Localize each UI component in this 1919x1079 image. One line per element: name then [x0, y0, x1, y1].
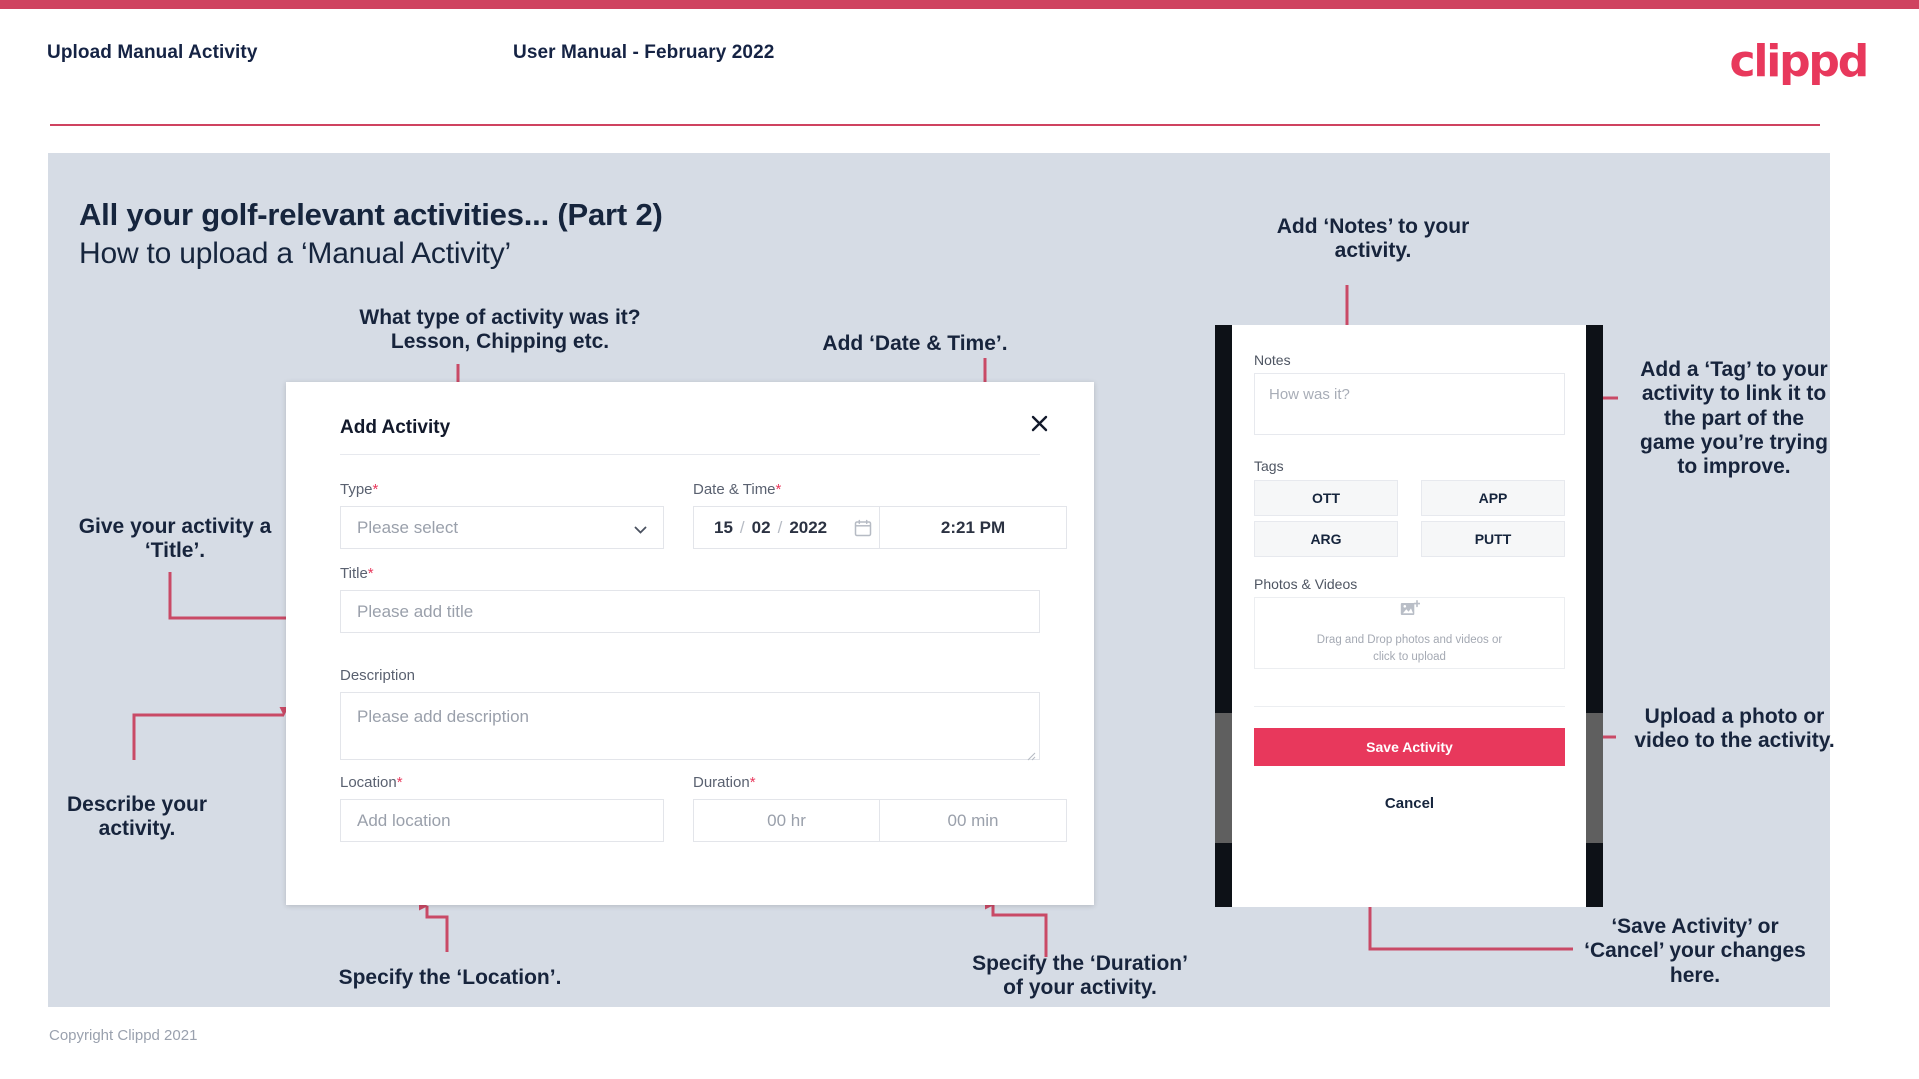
description-input[interactable]: Please add description	[340, 692, 1040, 761]
type-select-value: Please select	[357, 517, 459, 537]
date-month: 02	[751, 517, 771, 537]
notes-input-placeholder: How was it?	[1269, 386, 1350, 403]
tag-label: PUTT	[1474, 531, 1512, 547]
date-input[interactable]: 15 / 02 / 2022	[693, 506, 880, 549]
required-asterisk: *	[775, 481, 782, 498]
date-time-label: Date & Time*	[693, 481, 781, 498]
date-time-label-text: Date & Time	[693, 481, 776, 498]
annotation-date-time: Add ‘Date & Time’.	[822, 332, 1008, 355]
slide-page: Upload Manual Activity User Manual - Feb…	[0, 0, 1919, 1079]
header-subtitle: User Manual - February 2022	[513, 42, 775, 63]
title-label: Title*	[340, 565, 374, 582]
duration-minutes-input[interactable]: 00 min	[880, 799, 1067, 842]
title-input-placeholder: Please add title	[357, 601, 474, 621]
tag-button-app[interactable]: APP	[1421, 480, 1565, 516]
photos-label: Photos & Videos	[1254, 576, 1358, 592]
time-value: 2:21 PM	[940, 517, 1006, 537]
annotation-tags: Add a ‘Tag’ to your activity to link it …	[1640, 358, 1828, 479]
required-asterisk: *	[372, 481, 379, 498]
duration-label-text: Duration	[693, 774, 750, 791]
location-input[interactable]: Add location	[340, 799, 664, 842]
dropzone-text: Drag and Drop photos and videos or click…	[1317, 632, 1502, 665]
required-asterisk: *	[367, 565, 374, 582]
notes-input[interactable]: How was it?	[1254, 373, 1565, 435]
required-asterisk: *	[749, 774, 756, 791]
phone-screen: Notes How was it? Tags OTT APP ARG PUTT …	[1232, 325, 1586, 907]
type-label: Type*	[340, 481, 378, 498]
phone-divider	[1254, 706, 1565, 707]
phone-bezel-left	[1215, 325, 1232, 907]
photo-dropzone[interactable]: Drag and Drop photos and videos or click…	[1254, 597, 1565, 669]
tag-label: OTT	[1312, 490, 1340, 506]
annotation-notes: Add ‘Notes’ to your activity.	[1276, 215, 1470, 263]
duration-hours-input[interactable]: 00 hr	[693, 799, 880, 842]
dropzone-line-2: click to upload	[1373, 651, 1446, 663]
date-time-group: 15 / 02 / 2022 2:21 PM	[693, 506, 1067, 549]
cancel-button[interactable]: Cancel	[1254, 795, 1565, 812]
notes-label: Notes	[1254, 352, 1291, 368]
tag-button-arg[interactable]: ARG	[1254, 521, 1398, 557]
description-input-placeholder: Please add description	[357, 707, 530, 726]
resize-handle-icon[interactable]	[1026, 746, 1036, 761]
header-divider	[50, 124, 1820, 126]
chevron-down-icon	[634, 521, 647, 534]
slide-title: All your golf-relevant activities... (Pa…	[79, 197, 663, 232]
date-day: 15	[714, 517, 733, 537]
dropzone-line-1: Drag and Drop photos and videos or	[1316, 634, 1503, 647]
title-label-text: Title	[340, 565, 368, 582]
add-image-icon	[1400, 600, 1421, 623]
add-activity-dialog: Add Activity Type* Please select Date & …	[286, 382, 1094, 905]
location-input-placeholder: Add location	[357, 810, 451, 830]
annotation-type: What type of activity was it? Lesson, Ch…	[359, 306, 641, 354]
annotation-save-cancel: ‘Save Activity’ or ‘Cancel’ your changes…	[1584, 915, 1806, 987]
save-activity-label: Save Activity	[1366, 739, 1453, 755]
copyright-text: Copyright Clippd 2021	[49, 1027, 198, 1044]
description-label: Description	[340, 667, 415, 684]
page-title: Upload Manual Activity	[47, 42, 258, 63]
date-separator: /	[777, 517, 783, 537]
save-activity-button[interactable]: Save Activity	[1254, 728, 1565, 766]
annotation-description: Describe your activity.	[66, 793, 208, 841]
top-accent-bar	[0, 0, 1919, 9]
clippd-logo: clippd	[1729, 36, 1869, 87]
tag-label: APP	[1478, 490, 1508, 506]
annotation-location: Specify the ‘Location’.	[338, 966, 562, 989]
date-year: 2022	[789, 517, 828, 537]
description-label-text: Description	[340, 667, 416, 684]
close-icon[interactable]	[1026, 410, 1052, 436]
annotation-photos: Upload a photo or video to the activity.	[1634, 705, 1835, 753]
annotation-title: Give your activity a ‘Title’.	[78, 515, 272, 563]
phone-mockup: Notes How was it? Tags OTT APP ARG PUTT …	[1215, 325, 1603, 907]
duration-hours-placeholder: 00 hr	[767, 810, 806, 830]
date-separator: /	[739, 517, 745, 537]
dialog-divider	[340, 454, 1040, 455]
phone-bezel-right	[1586, 325, 1603, 907]
annotation-duration: Specify the ‘Duration’ of your activity.	[972, 952, 1188, 1000]
tag-label: ARG	[1310, 531, 1342, 547]
dialog-title: Add Activity	[340, 417, 451, 438]
required-asterisk: *	[396, 774, 403, 791]
calendar-icon[interactable]	[854, 519, 872, 537]
type-select[interactable]: Please select	[340, 506, 664, 549]
tag-button-ott[interactable]: OTT	[1254, 480, 1398, 516]
cancel-label: Cancel	[1384, 795, 1435, 812]
time-input[interactable]: 2:21 PM	[880, 506, 1067, 549]
duration-label: Duration*	[693, 774, 756, 791]
tags-label: Tags	[1254, 458, 1284, 474]
duration-minutes-placeholder: 00 min	[947, 810, 999, 830]
location-label-text: Location	[340, 774, 397, 791]
tag-button-putt[interactable]: PUTT	[1421, 521, 1565, 557]
duration-group: 00 hr 00 min	[693, 799, 1067, 842]
slide-subtitle: How to upload a ‘Manual Activity’	[79, 237, 511, 270]
type-label-text: Type	[340, 481, 373, 498]
title-input[interactable]: Please add title	[340, 590, 1040, 633]
location-label: Location*	[340, 774, 403, 791]
